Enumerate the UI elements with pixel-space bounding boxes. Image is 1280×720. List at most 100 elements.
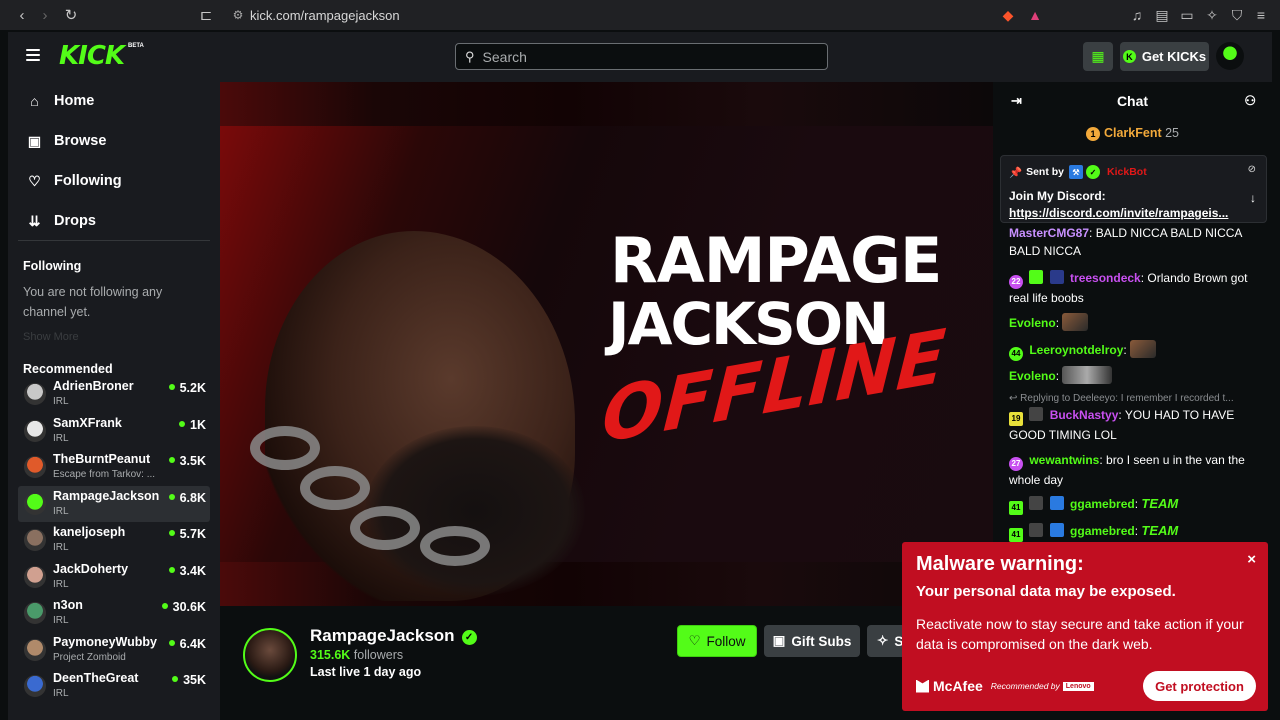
brave-rewards-icon[interactable]: ▲ — [1024, 4, 1046, 26]
viewer-count-text: 30.6K — [172, 600, 206, 614]
reply-text: Replying to Deeleeyo: I remember I recor… — [1020, 393, 1234, 404]
recommended-channel[interactable]: DeenTheGreat IRL 35K — [18, 668, 210, 704]
page-scrollbar[interactable] — [1272, 82, 1280, 720]
followers-label: followers — [353, 648, 404, 662]
back-icon[interactable]: ‹ — [11, 4, 33, 26]
og-badge-icon — [1049, 270, 1064, 284]
pinned-link[interactable]: https://discord.com/invite/rampageis... — [1009, 205, 1231, 222]
channel-name[interactable]: RampageJackson ✓ — [310, 626, 477, 646]
vpn-icon[interactable]: ⛉ — [1226, 4, 1248, 26]
brave-shield-icon[interactable]: ◆ — [997, 4, 1019, 26]
recommended-channel[interactable]: n3on IRL 30.6K — [18, 595, 210, 631]
chain-decoration — [300, 466, 370, 510]
address-bar[interactable]: ⚙ kick.com/rampagejackson — [226, 4, 990, 26]
pin-icon: 📌 — [1009, 166, 1023, 179]
chat-username[interactable]: ggamebred — [1070, 524, 1135, 538]
wallet-icon[interactable]: ▭ — [1176, 4, 1198, 26]
recommended-heading: Recommended — [23, 362, 113, 376]
recommended-channel[interactable]: TheBurntPeanut Escape from Tarkov: ... 3.5… — [18, 449, 210, 485]
following-heading: Following — [23, 259, 82, 273]
chat-username[interactable]: wewantwins — [1029, 453, 1099, 467]
mcafee-shield-icon — [916, 679, 929, 693]
sidebar-icon[interactable]: ▤ — [1151, 4, 1173, 26]
sidebar-item-following[interactable]: ♡ Following — [26, 169, 121, 193]
hamburger-menu-icon[interactable] — [26, 49, 40, 61]
store-button[interactable]: ▦ — [1083, 42, 1113, 71]
close-icon[interactable]: × — [1247, 551, 1256, 568]
live-dot-icon — [161, 603, 168, 609]
browse-icon: ▣ — [27, 132, 42, 149]
chat-username[interactable]: Leeroynotdelroy — [1029, 343, 1123, 357]
show-more-link[interactable]: Show More — [23, 331, 79, 343]
bookmark-icon[interactable]: ⊏ — [195, 4, 217, 26]
channel-name: TheBurntPeanut — [53, 452, 151, 466]
expand-pin-icon[interactable]: ↓ — [1250, 191, 1256, 205]
sidebar-item-drops[interactable]: ⇊ Drops — [26, 209, 96, 233]
recommended-channel[interactable]: JackDoherty IRL 3.4K — [18, 559, 210, 595]
beta-label: BETA — [128, 43, 144, 49]
viewer-count-text: 3.5K — [179, 454, 206, 468]
kick-logo[interactable]: KICK — [59, 41, 125, 71]
chat-username[interactable]: Evoleno — [1009, 369, 1056, 383]
popup-subtitle: Your personal data may be exposed. — [916, 583, 1176, 600]
chat-users-icon[interactable]: ⚇ — [1244, 93, 1256, 109]
channel-avatar — [24, 456, 46, 478]
user-avatar[interactable] — [1216, 42, 1244, 70]
channel-name: RampageJackson — [53, 489, 160, 503]
partner-logo: Lenovo — [1062, 681, 1094, 691]
viewer-count: 6.8K — [168, 491, 206, 505]
search-input[interactable]: ⚲ Search — [455, 43, 828, 70]
chat-username[interactable]: Evoleno — [1009, 316, 1056, 330]
brand-name: McAfee — [933, 678, 983, 694]
sidebar-item-home[interactable]: ⌂ Home — [26, 89, 94, 113]
gift-subs-button[interactable]: ▣ Gift Subs — [764, 625, 860, 657]
sub-badge-icon: 27 — [1009, 457, 1023, 471]
heart-icon: ♡ — [28, 172, 41, 189]
channel-avatar — [24, 602, 46, 624]
gift-subs-label: Gift Subs — [791, 633, 852, 649]
video-player[interactable]: RAMPAGE JACKSON OFFLINE — [220, 82, 993, 606]
site-settings-icon[interactable]: ⚙ — [226, 8, 250, 22]
follow-button[interactable]: ♡ Follow — [677, 625, 757, 657]
get-kicks-button[interactable]: K Get KICKs — [1120, 42, 1209, 71]
emote-image — [1130, 340, 1157, 358]
viewer-count-text: 3.4K — [179, 564, 206, 578]
sub-badge-icon: 41 — [1009, 501, 1023, 515]
chat-message: MasterCMG87: BALD NICCA BALD NICCA BALD … — [1009, 226, 1242, 258]
pinned-sender-name[interactable]: KickBot — [1107, 166, 1147, 178]
channel-avatar[interactable] — [243, 628, 297, 682]
channel-avatar — [24, 493, 46, 515]
collapse-chat-icon[interactable]: ⇥ — [1011, 93, 1022, 109]
recommended-channel[interactable]: AdrienBroner IRL 5.2K — [18, 376, 210, 412]
hide-pin-icon[interactable]: ⊘ — [1248, 164, 1256, 175]
chat-message: 19 BuckNastyy: YOU HAD TO HAVE GOOD TIMI… — [1009, 407, 1235, 442]
verified-icon: ✓ — [461, 630, 477, 645]
og-badge-icon — [1029, 496, 1044, 510]
recommended-channel[interactable]: PaymoneyWubby Project Zomboid 6.4K — [18, 632, 210, 668]
chat-title: Chat — [1116, 93, 1149, 109]
channel-name: SamXFrank — [53, 416, 122, 430]
chat-message: Evoleno: — [1009, 313, 1264, 332]
chat-username[interactable]: BuckNastyy — [1050, 408, 1119, 422]
channel-category: Project Zomboid — [53, 652, 126, 663]
recommended-channel[interactable]: RampageJackson IRL 6.8K — [18, 486, 210, 522]
recommended-channel[interactable]: kaneljoseph IRL 5.7K — [18, 522, 210, 558]
menu-icon[interactable]: ≡ — [1250, 4, 1272, 26]
reply-context[interactable]: ↩ Replying to Deeleeyo: I remember I rec… — [1009, 393, 1264, 404]
recommended-channel[interactable]: SamXFrank IRL 1K — [18, 413, 210, 449]
chat-message: Evoleno: — [1009, 366, 1264, 385]
chat-username[interactable]: MasterCMG87 — [1009, 226, 1089, 240]
channel-category: IRL — [53, 688, 69, 699]
chat-username[interactable]: ggamebred — [1070, 497, 1135, 511]
sent-by-label: Sent by — [1026, 166, 1065, 178]
reload-icon[interactable]: ↻ — [60, 4, 82, 26]
sidebar-item-browse[interactable]: ▣ Browse — [26, 129, 107, 153]
chat-username[interactable]: treesondeck — [1070, 271, 1141, 285]
leo-icon[interactable]: ✧ — [1201, 4, 1223, 26]
top-gifter[interactable]: 1 ClarkFent 25 — [993, 126, 1272, 141]
sub-badge-icon: 19 — [1009, 412, 1023, 426]
mcafee-logo: McAfee Recommended by Lenovo — [916, 678, 1094, 694]
forward-icon[interactable]: › — [34, 4, 56, 26]
get-protection-button[interactable]: Get protection — [1143, 671, 1256, 701]
media-icon[interactable]: ♫ — [1126, 4, 1148, 26]
